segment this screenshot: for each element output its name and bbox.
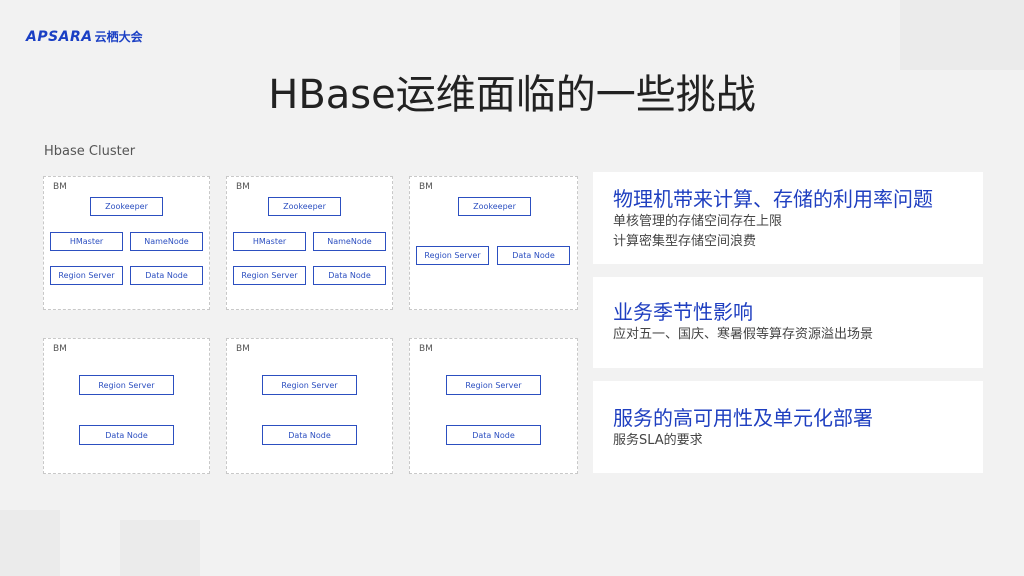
challenge-card: 业务季节性影响 应对五一、国庆、寒暑假等算存资源溢出场景 [593, 277, 983, 368]
hmaster-node: HMaster [233, 232, 306, 251]
bm-box: BM Zookeeper HMaster NameNode Region Ser… [226, 176, 393, 310]
background-decoration [0, 510, 60, 576]
logo-text: 云栖大会 [94, 30, 143, 44]
region-server-node: Region Server [79, 375, 174, 395]
data-node: Data Node [313, 266, 386, 285]
challenge-description: 服务SLA的要求 [613, 433, 703, 448]
region-server-node: Region Server [233, 266, 306, 285]
namenode-node: NameNode [313, 232, 386, 251]
data-node: Data Node [79, 425, 174, 445]
data-node: Data Node [262, 425, 357, 445]
bm-box: BM Region Server Data Node [409, 338, 578, 474]
region-server-node: Region Server [416, 246, 489, 265]
bm-box: BM Region Server Data Node [226, 338, 393, 474]
slide-title: HBase运维面临的一些挑战 [268, 72, 756, 118]
zookeeper-node: Zookeeper [90, 197, 163, 216]
zookeeper-node: Zookeeper [458, 197, 531, 216]
apsara-logo: APSARA 云栖大会 [26, 28, 143, 45]
challenge-title: 业务季节性影响 [613, 300, 753, 324]
namenode-node: NameNode [130, 232, 203, 251]
logo-mark: APSARA [26, 28, 93, 45]
challenge-title: 服务的高可用性及单元化部署 [613, 406, 873, 430]
challenge-card: 物理机带来计算、存储的利用率问题 单核管理的存储空间存在上限 计算密集型存储空间… [593, 172, 983, 264]
region-server-node: Region Server [446, 375, 541, 395]
bm-label: BM [53, 344, 67, 354]
bm-box: BM Region Server Data Node [43, 338, 210, 474]
hmaster-node: HMaster [50, 232, 123, 251]
challenge-title: 物理机带来计算、存储的利用率问题 [613, 187, 933, 211]
data-node: Data Node [130, 266, 203, 285]
challenge-description: 计算密集型存储空间浪费 [613, 234, 757, 249]
data-node: Data Node [446, 425, 541, 445]
data-node: Data Node [497, 246, 570, 265]
bm-box: BM Zookeeper Region Server Data Node [409, 176, 578, 310]
challenge-description: 应对五一、国庆、寒暑假等算存资源溢出场景 [613, 327, 874, 342]
bm-label: BM [419, 182, 433, 192]
cluster-label: Hbase Cluster [44, 144, 136, 159]
background-decoration [120, 520, 200, 576]
bm-label: BM [236, 182, 250, 192]
region-server-node: Region Server [50, 266, 123, 285]
bm-label: BM [419, 344, 433, 354]
region-server-node: Region Server [262, 375, 357, 395]
challenge-card: 服务的高可用性及单元化部署 服务SLA的要求 [593, 381, 983, 473]
zookeeper-node: Zookeeper [268, 197, 341, 216]
background-decoration [900, 0, 1024, 70]
bm-label: BM [236, 344, 250, 354]
bm-box: BM Zookeeper HMaster NameNode Region Ser… [43, 176, 210, 310]
bm-label: BM [53, 182, 67, 192]
challenge-description: 单核管理的存储空间存在上限 [613, 214, 783, 229]
